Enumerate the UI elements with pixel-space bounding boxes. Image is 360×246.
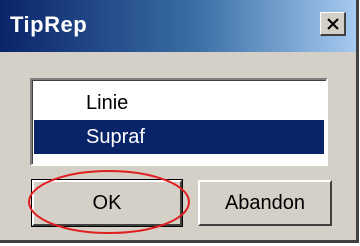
ok-button[interactable]: OK [31,179,183,227]
cancel-button[interactable]: Abandon [198,180,332,226]
close-icon [327,18,339,30]
type-listbox[interactable]: Linie Supraf [30,78,328,166]
close-button[interactable] [320,12,346,36]
list-item-linie[interactable]: Linie [34,86,324,120]
dialog-window: TipRep Linie Supraf OK Abandon [0,0,359,243]
list-item-label: Supraf [86,126,145,148]
window-title: TipRep [10,12,88,37]
list-item-label: Linie [86,92,129,114]
title-bar[interactable]: TipRep [0,0,356,52]
list-item-supraf[interactable]: Supraf [34,120,324,154]
